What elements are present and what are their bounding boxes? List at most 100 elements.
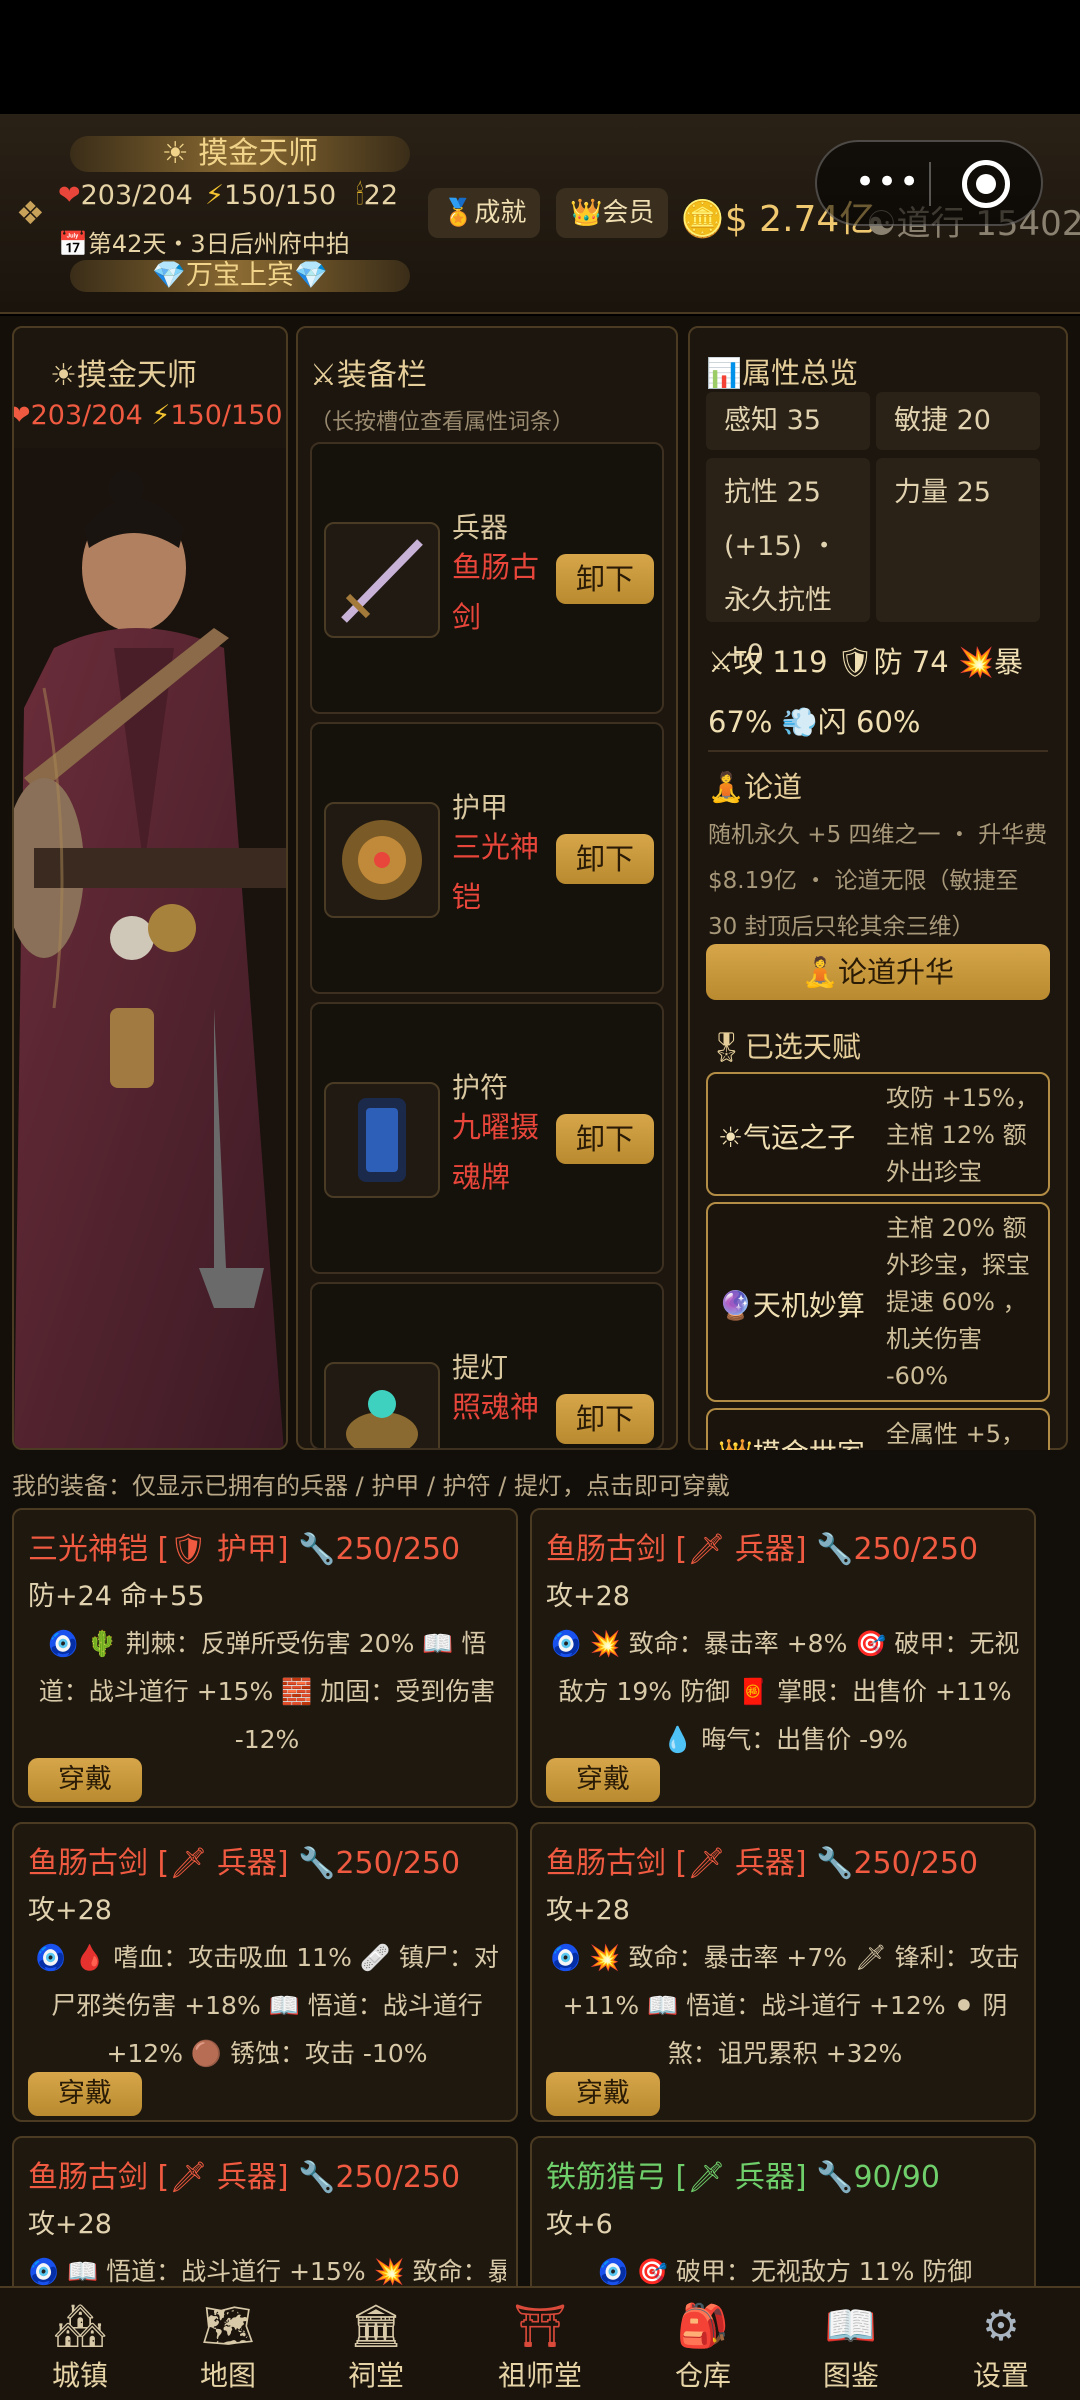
card-affixes: 🧿 📖 悟道：战斗道行 +15% 💥 致命：暴	[28, 2257, 506, 2286]
nav-map[interactable]: 🗺 地图	[153, 2288, 303, 2400]
lundao-upgrade-button[interactable]: 🧘论道升华	[706, 944, 1050, 1000]
equipment-title-text: 装备栏	[336, 358, 427, 393]
talent-name: 🔮天机妙算	[718, 1284, 865, 1324]
card-affixes: 🧿 💥 致命：暴击率 +8% 🎯 破甲：无视敌方 19% 防御 🧧 掌眼：出售价…	[550, 1629, 1020, 1754]
talent-desc: 主棺 20% 额外珍宝，探宝提速 60% ，机关伤害 -60%	[886, 1214, 1030, 1390]
hud-candles: 🕯22	[356, 180, 398, 212]
unload-button[interactable]: 卸下	[556, 834, 654, 884]
main-area: ☀摸金天师 ❤203/204 ⚡150/150	[0, 316, 1080, 1450]
book-icon: 📖	[824, 2301, 878, 2350]
hud-date: 📅第42天・3日后州府中拍	[58, 224, 350, 259]
lundao-desc: 随机永久 +5 四维之一 ・ 升华费 $8.19亿 ・ 论道无限（敏捷至 30 …	[708, 822, 1048, 940]
card-title: 鱼肠古剑 [🗡 兵器] 🔧250/250	[546, 1532, 979, 1567]
crossed-swords-icon: ⚔	[310, 358, 337, 393]
equip-slot-armor[interactable]: 护甲 三光神铠 卸下	[310, 722, 664, 994]
backpack-icon: 🎒	[676, 2301, 730, 2350]
crown-icon: 👑	[718, 1437, 753, 1450]
sun-icon: ☀	[161, 136, 189, 171]
nav-ancestor-hall[interactable]: ⛩ 祖师堂	[465, 2288, 615, 2400]
slot-item-name: 照魂神	[452, 1390, 540, 1424]
talent-name: 👑摸金世家	[718, 1432, 865, 1450]
card-stat: 防+24 命+55	[28, 1581, 205, 1612]
nav-label: 仓库	[674, 2359, 731, 2392]
unload-button[interactable]: 卸下	[556, 1394, 654, 1444]
talisman-icon	[324, 1082, 440, 1198]
shrine-icon: 🏛	[349, 2301, 403, 2350]
close-miniprogram-icon[interactable]	[962, 160, 1010, 208]
card-title: 铁筋猎弓 [🗡 兵器] 🔧90/90	[546, 2160, 940, 2195]
inventory-card[interactable]: 鱼肠古剑 [🗡 兵器] 🔧250/250 攻+28 🧿 📖 悟道：战斗道行 +1…	[12, 2136, 518, 2286]
slot-type: 护符	[452, 1071, 509, 1104]
inventory-card[interactable]: 三光神铠 [🛡 护甲] 🔧250/250 防+24 命+55 🧿 🌵 荆棘：反弹…	[12, 1508, 518, 1808]
inventory-note: 我的装备：仅显示已拥有的兵器 / 护甲 / 护符 / 提灯，点击即可穿戴	[12, 1472, 731, 1500]
nav-label: 设置	[972, 2359, 1029, 2392]
slot-item-name: 三光神铠	[452, 830, 540, 914]
combat-stats: ⚔攻 119 🛡防 74 💥暴 67% 💨闪 60%	[708, 645, 1024, 739]
lantern-icon	[324, 1362, 440, 1448]
lundao-title-text: 论道	[744, 770, 803, 804]
wear-button[interactable]: 穿戴	[546, 2072, 660, 2116]
attr-agility: 敏捷 20	[876, 392, 1040, 450]
heart-icon: ❤	[58, 180, 81, 211]
town-icon: 🏘	[53, 2301, 107, 2350]
capsule-divider	[929, 162, 931, 206]
attr-strength: 力量 25	[876, 458, 1040, 622]
wear-button[interactable]: 穿戴	[546, 1758, 660, 1802]
talent-name: ☀气运之子	[718, 1116, 855, 1156]
crown-icon: 👑	[570, 198, 603, 228]
unload-button[interactable]: 卸下	[556, 554, 654, 604]
close-dot	[976, 174, 996, 194]
gem-icon: 💎	[294, 260, 328, 291]
talent-card[interactable]: ☀气运之子 攻防 +15%，主棺 12% 额外出珍宝	[706, 1072, 1050, 1196]
nav-codex[interactable]: 📖 图鉴	[776, 2288, 926, 2400]
unload-button[interactable]: 卸下	[556, 1114, 654, 1164]
nav-label: 地图	[199, 2359, 256, 2392]
lightning-icon: ⚡	[205, 180, 224, 211]
lundao-title: 🧘论道	[708, 764, 802, 806]
inventory-card[interactable]: 鱼肠古剑 [🗡 兵器] 🔧250/250 攻+28 🧿 🩸 嗜血：攻击吸血 11…	[12, 1822, 518, 2122]
bar-chart-icon: 📊	[706, 356, 743, 390]
character-stats: ❤203/204 ⚡150/150	[14, 400, 283, 431]
slot-type: 护甲	[452, 791, 509, 824]
divider	[708, 750, 1048, 752]
slot-type: 兵器	[452, 511, 509, 544]
figure-icon: 🧘	[801, 955, 839, 989]
inventory-card[interactable]: 铁筋猎弓 [🗡 兵器] 🔧90/90 攻+6 🧿 🎯 破甲：无视敌方 11% 防…	[530, 2136, 1036, 2286]
slot-item-name: 鱼肠古剑	[452, 550, 540, 634]
nav-warehouse[interactable]: 🎒 仓库	[628, 2288, 778, 2400]
card-stat: 攻+28	[546, 1581, 630, 1612]
card-stat: 攻+6	[546, 2209, 613, 2240]
hud-energy: ⚡150/150	[205, 180, 336, 211]
equip-slot-lantern[interactable]: 提灯 照魂神 卸下	[310, 1282, 664, 1450]
armor-icon	[324, 802, 440, 918]
nav-town[interactable]: 🏘 城镇	[5, 2288, 155, 2400]
inventory-card[interactable]: 鱼肠古剑 [🗡 兵器] 🔧250/250 攻+28 🧿 💥 致命：暴击率 +8%…	[530, 1508, 1036, 1808]
slot-item-name: 九曜摄魂牌	[452, 1110, 540, 1194]
hud-hp: ❤203/204	[58, 180, 193, 211]
talents-title-text: 已选天赋	[744, 1030, 861, 1064]
diamond-icon: ❖	[16, 194, 45, 232]
gem-icon: 💎	[152, 260, 186, 291]
heart-icon: ❤	[14, 400, 31, 431]
vip-button[interactable]: 👑会员	[556, 188, 669, 238]
hud-hp-value: 203/204	[80, 180, 193, 211]
wear-button[interactable]: 穿戴	[28, 2072, 142, 2116]
character-energy: 150/150	[170, 400, 283, 431]
inventory-card[interactable]: 鱼肠古剑 [🗡 兵器] 🔧250/250 攻+28 🧿 💥 致命：暴击率 +7%…	[530, 1822, 1036, 2122]
talent-card[interactable]: 👑摸金世家 全属性 +5，	[706, 1408, 1050, 1450]
achievement-button[interactable]: 🏅成就	[428, 188, 541, 238]
bottom-nav: 🏘 城镇 🗺 地图 🏛 祠堂 ⛩ 祖师堂 🎒 仓库 📖 图鉴 ⚙ 设置	[0, 2286, 1080, 2400]
nav-shrine[interactable]: 🏛 祠堂	[301, 2288, 451, 2400]
equip-slot-weapon[interactable]: 兵器 鱼肠古剑 卸下	[310, 442, 664, 714]
attr-resistance: 抗性 25 (+15) ・ 永久抗性+0	[706, 458, 870, 670]
lightning-icon: ⚡	[151, 400, 171, 431]
nav-settings[interactable]: ⚙ 设置	[926, 2288, 1076, 2400]
more-icon[interactable]: •••	[855, 162, 921, 202]
card-stat: 攻+28	[28, 2209, 112, 2240]
slot-type: 提灯	[452, 1351, 509, 1384]
wear-button[interactable]: 穿戴	[28, 1758, 142, 1802]
card-affixes: 🧿 💥 致命：暴击率 +7% 🗡 锋利：攻击 +11% 📖 悟道：战斗道行 +1…	[550, 1943, 1020, 2068]
talent-card[interactable]: 🔮天机妙算 主棺 20% 额外珍宝，探宝提速 60% ，机关伤害 -60%	[706, 1202, 1050, 1402]
equip-slot-talisman[interactable]: 护符 九曜摄魂牌 卸下	[310, 1002, 664, 1274]
hud-candles-value: 22	[363, 180, 399, 211]
